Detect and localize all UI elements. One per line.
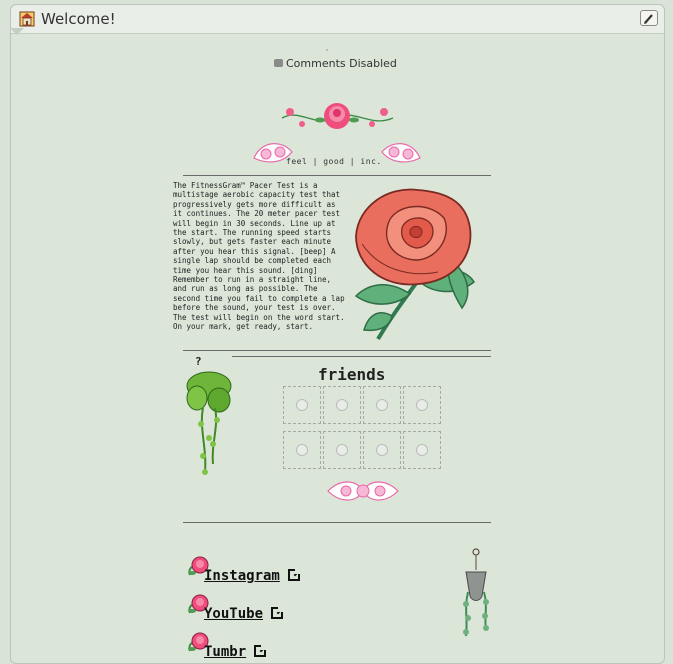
divider-middle-short bbox=[232, 356, 491, 357]
brand-tagline: feel | good | inc. bbox=[286, 157, 382, 166]
link-label: Tumbr bbox=[204, 644, 247, 660]
placeholder-face-icon bbox=[336, 444, 348, 456]
pink-flourish-right bbox=[381, 143, 421, 163]
comments-status: Comments Disabled bbox=[274, 57, 397, 70]
divider-dot bbox=[326, 49, 328, 51]
hanging-pot-illustration bbox=[463, 548, 489, 637]
friend-slot-7[interactable] bbox=[363, 431, 401, 469]
divider-bottom bbox=[183, 522, 491, 523]
placeholder-face-icon bbox=[296, 444, 308, 456]
link-label: YouTube bbox=[204, 606, 264, 622]
friend-slot-3[interactable] bbox=[363, 386, 401, 424]
rose-illustration bbox=[354, 188, 475, 341]
friend-slot-8[interactable] bbox=[403, 431, 441, 469]
link-label: Instagram bbox=[204, 568, 280, 584]
placeholder-face-icon bbox=[416, 399, 428, 411]
placeholder-face-icon bbox=[336, 399, 348, 411]
link-tumbr[interactable]: Tumbr bbox=[204, 643, 269, 660]
comments-status-text: Comments Disabled bbox=[286, 57, 397, 70]
header-notch bbox=[10, 28, 24, 35]
pacer-test-text: The FitnessGram™ Pacer Test is a multist… bbox=[173, 181, 345, 332]
friends-title: friends bbox=[318, 365, 386, 384]
friend-slot-2[interactable] bbox=[323, 386, 361, 424]
pink-flourish-bottom bbox=[327, 481, 399, 501]
friend-slot-5[interactable] bbox=[283, 431, 321, 469]
friend-slot-1[interactable] bbox=[283, 386, 321, 424]
divider-middle bbox=[183, 350, 491, 351]
rose-vine-decoration bbox=[281, 103, 394, 129]
external-link-icon bbox=[287, 567, 302, 581]
speech-bubble-icon bbox=[274, 59, 283, 67]
link-youtube[interactable]: YouTube bbox=[204, 605, 286, 622]
friend-slot-6[interactable] bbox=[323, 431, 361, 469]
placeholder-face-icon bbox=[416, 444, 428, 456]
pencil-icon bbox=[644, 14, 653, 24]
edit-button[interactable] bbox=[640, 10, 658, 26]
home-icon bbox=[19, 11, 35, 27]
placeholder-face-icon bbox=[376, 444, 388, 456]
placeholder-face-icon bbox=[376, 399, 388, 411]
hanging-plant-illustration bbox=[186, 371, 232, 475]
external-link-icon bbox=[254, 643, 269, 657]
window-title: Welcome! bbox=[41, 10, 116, 28]
window-header: Welcome! bbox=[11, 5, 664, 34]
external-link-icon bbox=[271, 605, 286, 619]
placeholder-face-icon bbox=[296, 399, 308, 411]
link-instagram[interactable]: Instagram bbox=[204, 567, 302, 584]
friend-slot-4[interactable] bbox=[403, 386, 441, 424]
divider-top bbox=[183, 175, 491, 176]
mystery-label: ? bbox=[195, 355, 202, 368]
